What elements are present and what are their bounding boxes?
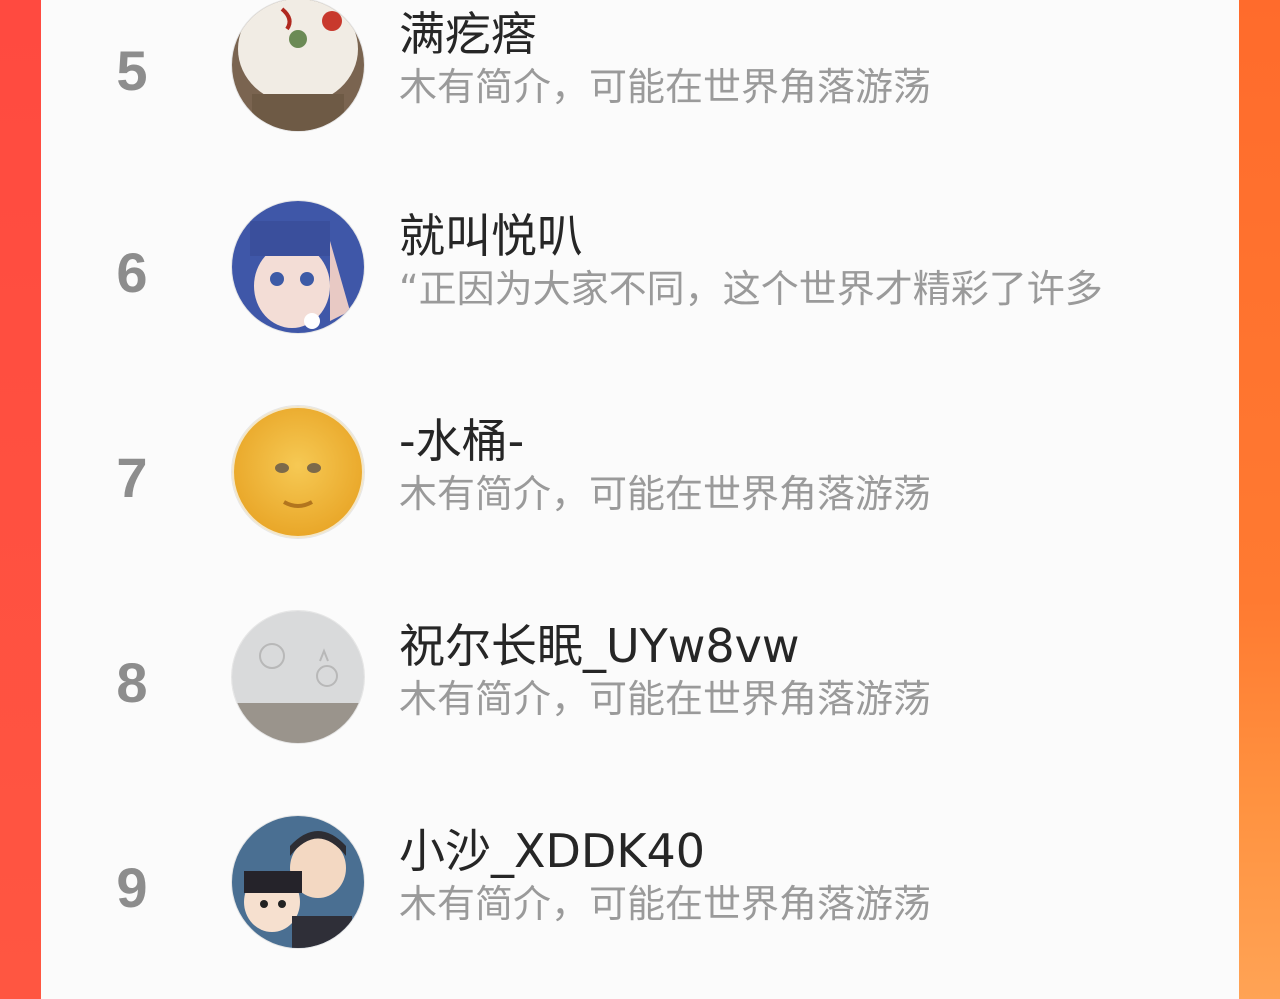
- user-bio: 木有简介，可能在世界角落游荡: [399, 882, 932, 926]
- rank-number: 5: [116, 39, 148, 102]
- list-item[interactable]: 7 -水桶- 木有简介，可能在世界角落游荡: [41, 405, 1239, 545]
- list-item[interactable]: 6 就叫悦叭 “正因为大家不同，这个世界才精彩了许多: [41, 200, 1239, 340]
- avatar-image: [232, 0, 364, 131]
- rank-number: 7: [116, 446, 148, 509]
- list-item[interactable]: 9 小沙_XDDK40 木有简介，可能在世界角落游荡: [41, 815, 1239, 955]
- user-name[interactable]: 满疙瘩: [399, 0, 537, 64]
- avatar[interactable]: [231, 405, 365, 539]
- rank-number: 8: [116, 651, 148, 714]
- frame-left: [0, 0, 41, 999]
- user-name[interactable]: -水桶-: [399, 405, 524, 471]
- rank-number: 9: [116, 856, 148, 919]
- user-name[interactable]: 祝尔长眠_UYw8vw: [399, 610, 800, 676]
- user-bio: 木有简介，可能在世界角落游荡: [399, 65, 932, 109]
- avatar-image: [232, 201, 364, 333]
- avatar[interactable]: [231, 0, 365, 132]
- frame-right: [1239, 0, 1280, 999]
- avatar-image: [232, 406, 364, 538]
- avatar[interactable]: [231, 200, 365, 334]
- user-bio: 木有简介，可能在世界角落游荡: [399, 677, 932, 721]
- avatar-image: [232, 816, 364, 948]
- avatar-image: [232, 611, 364, 743]
- list-item[interactable]: 8 祝尔长眠_UYw8vw 木有简介，可能在世界角落游荡: [41, 610, 1239, 750]
- user-name[interactable]: 就叫悦叭: [399, 200, 583, 266]
- user-bio: “正因为大家不同，这个世界才精彩了许多: [399, 267, 1103, 311]
- list-item[interactable]: 5 满疙瘩 木有简介，可能在世界角落游荡: [41, 0, 1239, 138]
- user-bio: 木有简介，可能在世界角落游荡: [399, 472, 932, 516]
- avatar[interactable]: [231, 610, 365, 744]
- rank-number: 6: [116, 241, 148, 304]
- ranking-list: 5 满疙瘩 木有简介，可能在世界角落游荡 6 就叫悦叭 “正因为大家不同，这个世…: [41, 0, 1239, 999]
- avatar[interactable]: [231, 815, 365, 949]
- user-name[interactable]: 小沙_XDDK40: [399, 815, 705, 881]
